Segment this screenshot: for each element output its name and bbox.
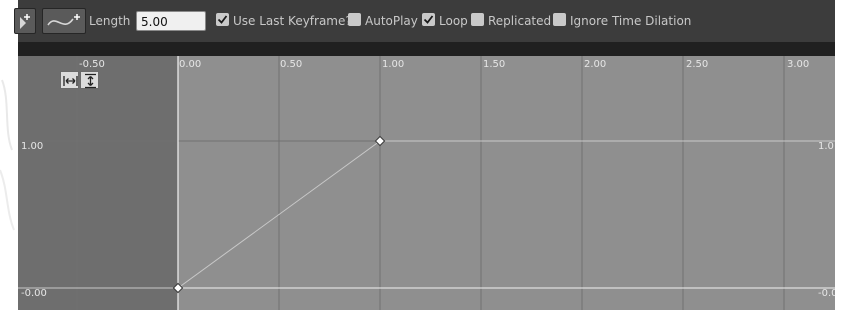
add-key-icon bbox=[20, 14, 30, 29]
tick-label-time: 1.50 bbox=[483, 59, 506, 70]
curve-button[interactable] bbox=[42, 8, 86, 34]
loop-checkbox[interactable] bbox=[422, 13, 435, 26]
value-label-right: 1.0 bbox=[818, 141, 834, 152]
add-key-button[interactable] bbox=[14, 8, 36, 34]
autoplay-checkbox[interactable] bbox=[348, 13, 361, 26]
loop-label: Loop bbox=[439, 14, 468, 28]
curve-icon bbox=[47, 14, 80, 26]
length-label: Length bbox=[89, 14, 131, 28]
fit-vertical-icon bbox=[85, 73, 96, 89]
value-label-right: -0.0 bbox=[818, 288, 835, 299]
curve-graph[interactable]: -0.50 0.00 0.50 1.00 1.50 2.00 2.50 3.00… bbox=[18, 56, 835, 310]
tick-label-time: 0.00 bbox=[179, 59, 202, 70]
fit-horizontal-icon bbox=[63, 76, 78, 86]
tick-label-time: -0.50 bbox=[79, 59, 105, 70]
tick-label-time: 2.00 bbox=[584, 59, 607, 70]
tick-label-time: 2.50 bbox=[686, 59, 709, 70]
timeline-editor: Length Use Last Keyframe? AutoPlay Loop … bbox=[0, 0, 845, 310]
curve-plot[interactable] bbox=[18, 56, 835, 310]
fit-horizontal-button[interactable] bbox=[60, 71, 79, 89]
toolbar-divider bbox=[18, 42, 835, 56]
replicated-checkbox[interactable] bbox=[471, 13, 484, 26]
corner-decoration bbox=[0, 0, 18, 310]
autoplay-label: AutoPlay bbox=[365, 14, 418, 28]
length-input[interactable] bbox=[136, 11, 206, 31]
inactive-region bbox=[18, 56, 178, 310]
fit-vertical-button[interactable] bbox=[80, 71, 99, 89]
check-icon bbox=[217, 15, 228, 24]
ignore-time-dilation-label: Ignore Time Dilation bbox=[570, 14, 692, 28]
use-last-keyframe-label: Use Last Keyframe? bbox=[233, 14, 352, 28]
tick-label-time: 1.00 bbox=[382, 59, 405, 70]
ignore-time-dilation-checkbox[interactable] bbox=[553, 13, 566, 26]
check-icon bbox=[423, 15, 434, 24]
use-last-keyframe-checkbox[interactable] bbox=[216, 13, 229, 26]
value-label-left: -0.00 bbox=[21, 288, 47, 299]
value-label-left: 1.00 bbox=[21, 141, 44, 152]
replicated-label: Replicated bbox=[488, 14, 552, 28]
toolbar: Length Use Last Keyframe? AutoPlay Loop … bbox=[14, 0, 835, 42]
tick-label-time: 0.50 bbox=[280, 59, 303, 70]
tick-label-time: 3.00 bbox=[787, 59, 810, 70]
